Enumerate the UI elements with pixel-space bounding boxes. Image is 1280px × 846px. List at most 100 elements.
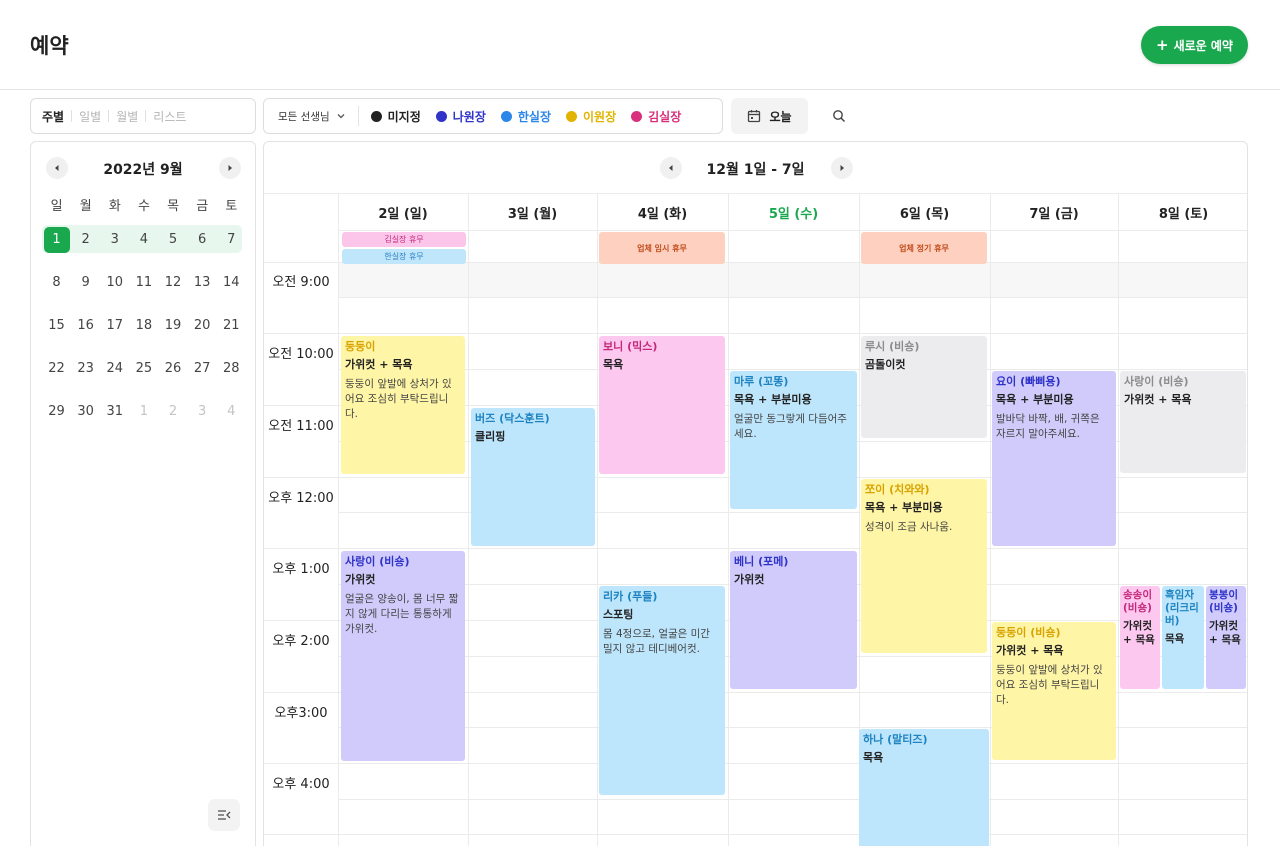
service: 목욕 + 부분미용 bbox=[865, 501, 943, 514]
day-header[interactable]: 6일 (목) bbox=[859, 194, 990, 230]
legend-kim-manager[interactable]: 김실장 bbox=[631, 108, 681, 125]
mini-day[interactable]: 30 bbox=[71, 404, 100, 419]
mini-day[interactable]: 10 bbox=[100, 275, 129, 290]
tab-list[interactable]: 리스트 bbox=[146, 108, 193, 125]
color-dot-icon bbox=[435, 110, 447, 122]
mini-day-next-month[interactable]: 4 bbox=[217, 404, 246, 419]
grid-line bbox=[264, 763, 1247, 764]
weekday-label: 월 bbox=[79, 198, 92, 214]
pet-name: 버즈 (닥스훈트) bbox=[475, 412, 550, 425]
note: 둥둥이 앞발에 상처가 있어요 조심히 부탁드립니다. bbox=[996, 664, 1103, 706]
closure-badge[interactable]: 김실장 휴무 bbox=[342, 232, 466, 247]
grid-line bbox=[338, 799, 1247, 800]
mini-day[interactable]: 9 bbox=[71, 275, 100, 290]
reservation-card[interactable]: 요이 (빠삐용) 목욕 + 부분미용 발바닥 바짝, 배, 귀쪽은 자르지 말아… bbox=[992, 371, 1116, 546]
mini-day[interactable]: 14 bbox=[217, 275, 246, 290]
reservation-card[interactable]: 베니 (포메) 가위컷 bbox=[730, 551, 857, 689]
unavailable-slot-band bbox=[338, 262, 1247, 297]
service: 가위컷 + 목욕 bbox=[1123, 620, 1155, 646]
mini-day[interactable]: 29 bbox=[42, 404, 71, 419]
color-dot-icon bbox=[370, 110, 382, 122]
filter-divider bbox=[357, 106, 359, 126]
mini-day[interactable]: 22 bbox=[42, 361, 71, 376]
legend-han-manager[interactable]: 한실장 bbox=[500, 108, 551, 125]
search-button[interactable] bbox=[829, 106, 849, 126]
mini-day[interactable]: 7 bbox=[217, 232, 246, 247]
mini-day[interactable]: 31 bbox=[100, 404, 129, 419]
mini-day[interactable]: 5 bbox=[159, 232, 188, 247]
legend-lee-director[interactable]: 이원장 bbox=[566, 108, 616, 125]
service: 목욕 bbox=[1165, 633, 1185, 645]
grid-line bbox=[728, 193, 729, 846]
mini-day[interactable]: 13 bbox=[188, 275, 217, 290]
mini-day[interactable]: 3 bbox=[100, 232, 129, 247]
teacher-select[interactable]: 모든 선생님 bbox=[278, 109, 346, 124]
mini-day-next-month[interactable]: 3 bbox=[188, 404, 217, 419]
reservation-card[interactable]: 흑임자 (리크리버) 목욕 bbox=[1162, 586, 1204, 689]
next-month-button[interactable] bbox=[219, 157, 241, 179]
week-calendar: 12월 1일 - 7일 2일 (일) 3일 (월) 4일 (화) 5일 (수) … bbox=[263, 141, 1248, 846]
mini-day[interactable]: 16 bbox=[71, 318, 100, 333]
reservation-card[interactable]: 쪼이 (치와와) 목욕 + 부분미용 성격이 조금 사나움. bbox=[861, 479, 987, 653]
mini-day[interactable]: 19 bbox=[159, 318, 188, 333]
mini-day[interactable]: 2 bbox=[71, 232, 100, 247]
mini-day[interactable]: 20 bbox=[188, 318, 217, 333]
tab-weekly[interactable]: 주별 bbox=[35, 108, 71, 125]
service: 가위컷 bbox=[345, 573, 376, 586]
day-header[interactable]: 3일 (월) bbox=[468, 194, 597, 230]
reservation-card[interactable]: 봉봉이 (비숑) 가위컷 + 목욕 bbox=[1206, 586, 1246, 689]
closure-badge[interactable]: 업체 정기 휴무 bbox=[861, 232, 987, 264]
new-reservation-button[interactable]: + 새로운 예약 bbox=[1141, 26, 1248, 64]
reservation-card[interactable]: 마루 (꼬똥) 목욕 + 부분미용 얼굴만 동그랗게 다듬어주세요. bbox=[730, 371, 857, 509]
mini-day[interactable]: 21 bbox=[217, 318, 246, 333]
reservation-card[interactable]: 사랑이 (비숑) 가위컷 + 목욕 bbox=[1120, 371, 1246, 473]
pet-name: 리카 (푸들) bbox=[603, 590, 658, 603]
mini-day[interactable]: 28 bbox=[217, 361, 246, 376]
tab-monthly[interactable]: 월별 bbox=[109, 108, 145, 125]
mini-day[interactable]: 26 bbox=[159, 361, 188, 376]
mini-day[interactable]: 23 bbox=[71, 361, 100, 376]
mini-day[interactable]: 8 bbox=[42, 275, 71, 290]
reservation-card[interactable]: 송송이 (비숑) 가위컷 + 목욕 bbox=[1120, 586, 1160, 689]
mini-day[interactable]: 11 bbox=[129, 275, 158, 290]
mini-day[interactable]: 4 bbox=[129, 232, 158, 247]
reservation-card[interactable]: 하나 (말티즈) 목욕 bbox=[859, 729, 989, 846]
today-button[interactable]: 오늘 bbox=[731, 98, 808, 134]
mini-day[interactable]: 24 bbox=[100, 361, 129, 376]
reservation-card[interactable]: 보니 (믹스) 목욕 bbox=[599, 336, 725, 474]
mini-day[interactable]: 17 bbox=[100, 318, 129, 333]
day-header-today[interactable]: 5일 (수) bbox=[728, 194, 859, 230]
mini-day-selected[interactable]: 1 bbox=[42, 226, 71, 253]
mini-day[interactable]: 27 bbox=[188, 361, 217, 376]
day-header[interactable]: 8일 (토) bbox=[1118, 194, 1247, 230]
chevron-down-icon bbox=[337, 114, 345, 119]
collapse-sidebar-button[interactable] bbox=[208, 799, 240, 831]
reservation-card[interactable]: 둥둥이 (비숑) 가위컷 + 목욕 둥둥이 앞발에 상처가 있어요 조심히 부탁… bbox=[992, 622, 1116, 760]
reservation-card[interactable]: 사랑이 (비숑) 가위컷 얼굴은 양송이, 몸 너무 짧지 않게 다리는 통통하… bbox=[341, 551, 465, 761]
next-week-button[interactable] bbox=[831, 157, 853, 179]
day-header[interactable]: 7일 (금) bbox=[990, 194, 1118, 230]
closure-badge[interactable]: 업체 임시 휴무 bbox=[599, 232, 725, 264]
reservation-card[interactable]: 리카 (푸들) 스포팅 몸 4정으로, 얼굴은 미간 밀지 않고 테디베어컷. bbox=[599, 586, 725, 795]
mini-day[interactable]: 25 bbox=[129, 361, 158, 376]
pet-name: 둥둥이 bbox=[345, 340, 376, 353]
day-header[interactable]: 2일 (일) bbox=[338, 194, 468, 230]
service: 목욕 + 부분미용 bbox=[996, 393, 1074, 406]
legend-label: 김실장 bbox=[648, 109, 682, 124]
mini-day[interactable]: 18 bbox=[129, 318, 158, 333]
reservation-card[interactable]: 둥둥이 가위컷 + 목욕 둥둥이 앞발에 상처가 있어요 조심히 부탁드립니다. bbox=[341, 336, 465, 474]
reservation-card[interactable]: 루시 (비숑) 곰돌이컷 bbox=[861, 336, 987, 438]
mini-day-next-month[interactable]: 1 bbox=[129, 404, 158, 419]
mini-day-next-month[interactable]: 2 bbox=[159, 404, 188, 419]
mini-day[interactable]: 15 bbox=[42, 318, 71, 333]
reservation-card[interactable]: 버즈 (닥스훈트) 클리핑 bbox=[471, 408, 595, 546]
tab-daily[interactable]: 일별 bbox=[72, 108, 108, 125]
legend-unassigned[interactable]: 미지정 bbox=[370, 108, 421, 125]
mini-day[interactable]: 6 bbox=[188, 232, 217, 247]
mini-day[interactable]: 12 bbox=[159, 275, 188, 290]
closure-badge[interactable]: 한실장 휴무 bbox=[342, 249, 466, 264]
legend-na-director[interactable]: 나원장 bbox=[435, 108, 486, 125]
time-label: 오후 12:00 bbox=[268, 491, 334, 506]
day-header[interactable]: 4일 (화) bbox=[597, 194, 728, 230]
view-tabs: 주별 일별 월별 리스트 bbox=[30, 98, 256, 134]
